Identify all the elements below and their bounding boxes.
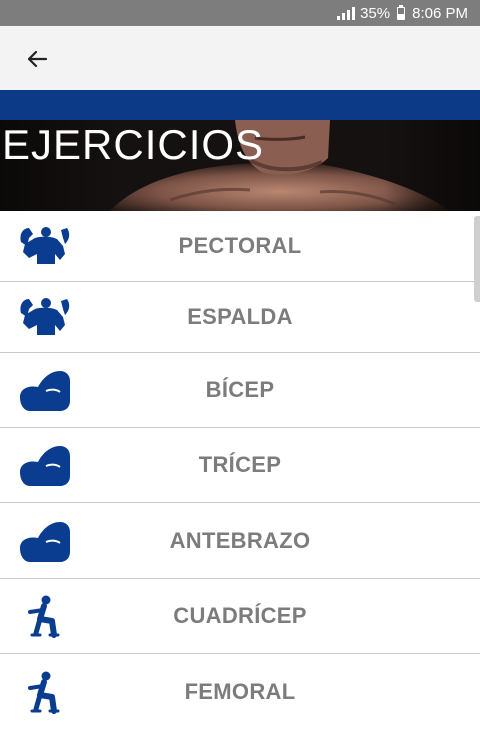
back-button[interactable] [18,40,56,78]
list-item-antebrazo[interactable]: ANTEBRAZO [0,503,480,579]
signal-icon [337,6,356,20]
exercise-label: CUADRÍCEP [173,603,307,628]
hero-banner: EJERCICIOS [0,120,480,211]
list-item-pectoral[interactable]: PECTORAL [0,211,480,282]
list-item-bicep[interactable]: BÍCEP [0,353,480,428]
list-item-femoral[interactable]: FEMORAL [0,654,480,729]
clock: 8:06 PM [412,4,468,22]
scrollbar-thumb[interactable] [474,216,480,302]
app-bar [0,26,480,90]
list-item-espalda[interactable]: ESPALDA [0,282,480,353]
status-bar: 35% 8:06 PM [0,0,480,26]
header-band [0,90,480,120]
battery-icon [397,4,406,20]
status-indicators: 35% 8:06 PM [337,0,468,26]
page-title: EJERCICIOS [2,121,265,168]
list-item-tricep[interactable]: TRÍCEP [0,428,480,503]
exercise-label: TRÍCEP [198,452,282,477]
battery-percent: 35% [360,4,391,22]
exercise-label: BÍCEP [205,377,275,402]
list-item-cuadricep[interactable]: CUADRÍCEP [0,579,480,654]
exercise-label: FEMORAL [184,678,296,704]
exercise-label: ANTEBRAZO [169,527,311,553]
exercise-label: ESPALDA [187,304,293,329]
exercise-list: PECTORAL ESPALDA BÍCEP TRÍCEP ANTEBRAZO … [0,211,480,729]
arrow-left-icon [27,50,48,68]
exercise-label: PECTORAL [178,233,302,258]
